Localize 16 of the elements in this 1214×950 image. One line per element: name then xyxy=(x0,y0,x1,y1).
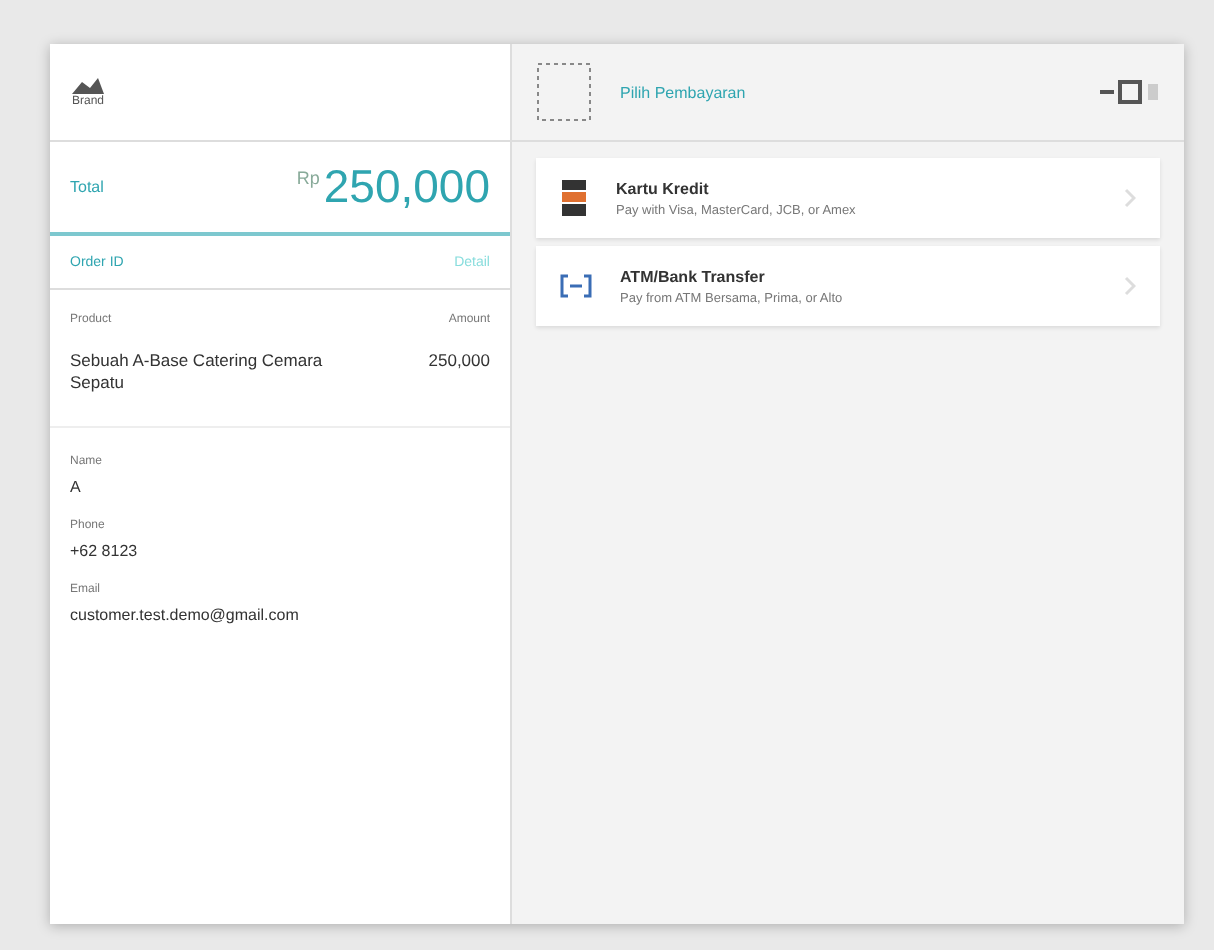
item-amount: 250,000 xyxy=(428,350,490,370)
method-title: Kartu Kredit xyxy=(616,179,711,197)
page-title: Pilih Pembayaran xyxy=(620,83,748,101)
window-controls-icon[interactable] xyxy=(1100,80,1160,104)
credit-card-icon xyxy=(560,178,588,218)
total-amount: 250,000 xyxy=(323,160,490,214)
total-label: Total xyxy=(70,178,104,196)
bank-transfer-icon xyxy=(560,274,592,298)
field-value: +62 8123 xyxy=(70,542,140,561)
field-value: A xyxy=(70,478,83,497)
field-value: customer.test.demo@gmail.com xyxy=(70,606,301,625)
chevron-right-icon xyxy=(1124,276,1136,296)
method-title: ATM/Bank Transfer xyxy=(620,267,767,285)
currency-label: Rp xyxy=(296,168,320,188)
item-name: Sebuah A-Base Catering Cemara Sepatu xyxy=(70,350,325,395)
chevron-right-icon xyxy=(1124,188,1136,208)
